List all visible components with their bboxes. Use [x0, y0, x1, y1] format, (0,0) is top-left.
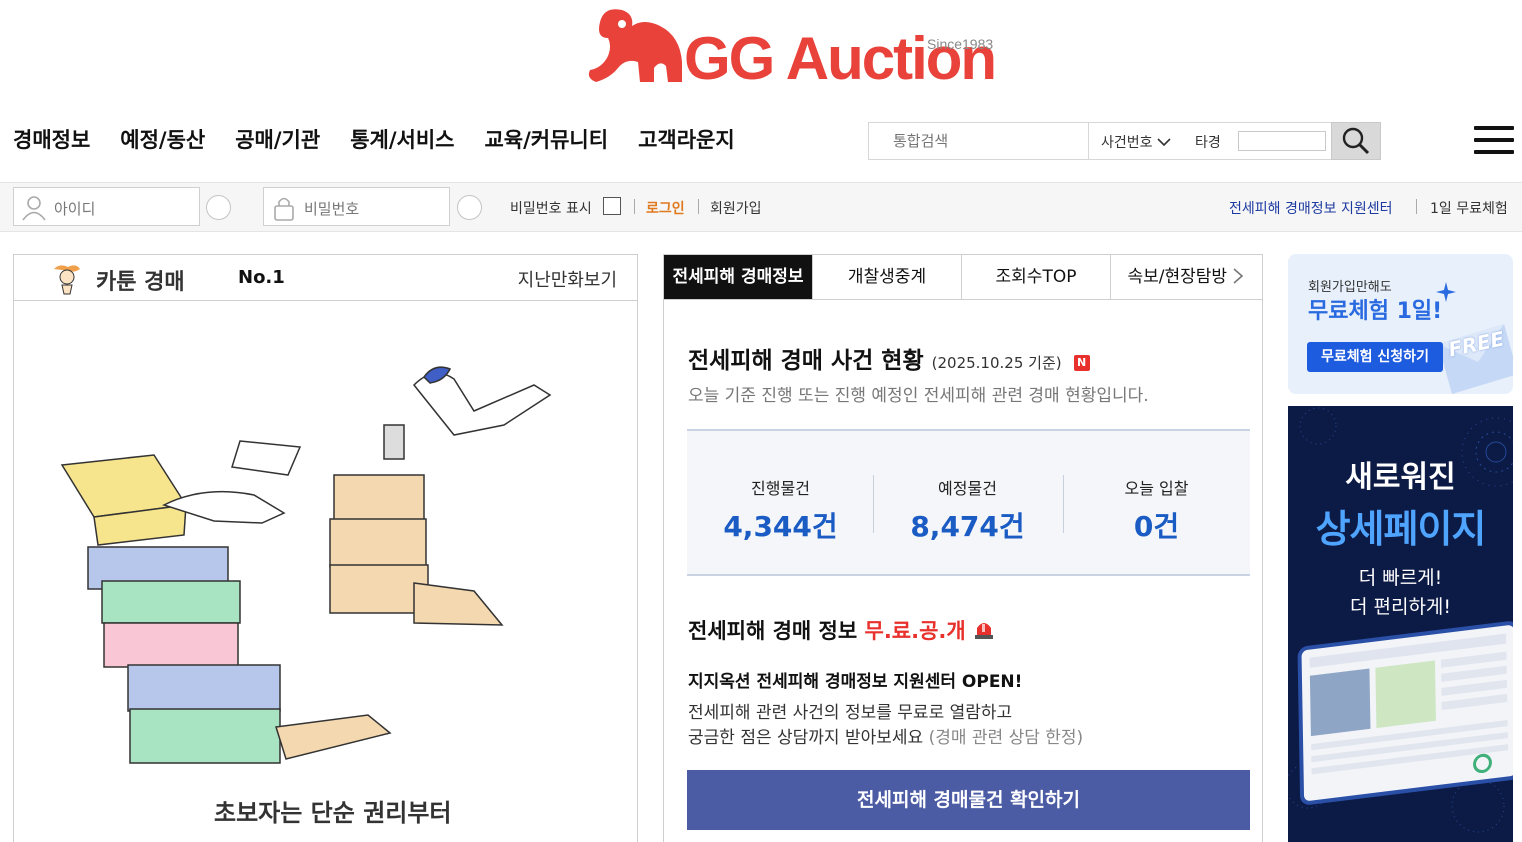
nav-scheduled[interactable]: 예정/동산	[120, 122, 205, 158]
screenshot-mockup	[1301, 624, 1513, 802]
status-description: 오늘 기준 진행 또는 진행 예정인 전세피해 관련 경매 현황입니다.	[688, 386, 1149, 406]
user-icon	[22, 196, 46, 221]
banner-line-3: 더 빠르게!	[1358, 567, 1443, 589]
stat-value: 8,474건	[910, 510, 1025, 543]
status-title: 전세피해 경매 사건 현황 (2025.10.25 기준) N	[688, 341, 1090, 375]
main-nav: 경매정보 예정/동산 공매/기관 통계/서비스 교육/커뮤니티 고객라운지	[13, 122, 765, 158]
stat-scheduled[interactable]: 예정물건 8,474건	[874, 475, 1061, 545]
password-field[interactable]: 비밀번호	[263, 187, 450, 226]
cartoon-title: 카툰 경매	[96, 270, 185, 295]
mockup-content	[1309, 633, 1509, 775]
login-link[interactable]: 로그인	[646, 198, 685, 218]
divider	[634, 199, 635, 214]
stat-label: 오늘 입찰	[1124, 479, 1189, 498]
tab-live-bidding[interactable]: 개찰생중계	[813, 255, 962, 299]
free-info-highlight: 무.료.공.개	[864, 619, 966, 643]
cartoon-panel: 카툰 경매 No.1 지난만화보기 초보자는 단순 권리부터	[13, 254, 638, 842]
siren-icon	[975, 623, 994, 639]
banner-line-1: 새로워진	[1345, 460, 1456, 495]
tab-views-top[interactable]: 조회수TOP	[962, 255, 1111, 299]
show-password-label: 비밀번호 표시	[510, 201, 592, 217]
case-select-label: 사건번호	[1101, 135, 1153, 151]
past-cartoons-link[interactable]: 지난만화보기	[518, 266, 617, 292]
nav-statistics[interactable]: 통계/서비스	[350, 122, 454, 158]
banner-line-4: 더 편리하게!	[1349, 596, 1452, 618]
cartoon-header: 카툰 경매 No.1 지난만화보기	[14, 255, 637, 301]
free-desc-line-2-text: 궁금한 점은 상담까지 받아보세요	[688, 728, 924, 748]
court-number-input[interactable]	[1238, 131, 1326, 151]
join-link[interactable]: 회원가입	[710, 198, 762, 218]
stats-box: 진행물건 4,344건 예정물건 8,474건 오늘 입찰 0건	[687, 429, 1250, 576]
search-button[interactable]	[1331, 122, 1381, 160]
lock-icon	[274, 197, 294, 221]
free-info-description: 전세피해 관련 사건의 정보를 무료로 열람하고 궁금한 점은 상담까지 받아보…	[688, 701, 1083, 751]
cartoon-illustration	[60, 366, 552, 764]
search-icon	[1342, 127, 1370, 155]
id-field[interactable]: 아이디	[13, 187, 200, 226]
tab-breaking-news[interactable]: 속보/현장탐방	[1111, 255, 1261, 299]
status-title-text: 전세피해 경매 사건 현황	[688, 348, 924, 374]
detail-page-banner[interactable]: 새로워진 상세페이지 더 빠르게! 더 편리하게!	[1288, 406, 1513, 842]
brand-name: GG Auction	[684, 25, 997, 92]
cartoon-caption: 초보자는 단순 권리부터	[214, 799, 452, 827]
court-label: 타경	[1195, 135, 1221, 151]
banner-headline: 무료체험 1일!	[1308, 299, 1443, 324]
free-info-title: 전세피해 경매 정보 무.료.공.개	[688, 615, 995, 645]
site-logo[interactable]: GG Auction Since1983	[582, 2, 1002, 92]
password-option-radio[interactable]	[457, 195, 482, 220]
cartoon-character-icon	[54, 265, 80, 295]
login-bar: 아이디 비밀번호 비밀번호 표시 로그인 회원가입 전세피해 경매정보 지원센터…	[0, 182, 1522, 232]
stat-value: 0건	[1133, 510, 1180, 543]
stat-label: 진행물건	[751, 479, 810, 498]
show-password-checkbox[interactable]	[603, 197, 621, 215]
status-date: (2025.10.25 기준)	[931, 354, 1062, 372]
elephant-logo-icon	[588, 9, 682, 83]
tab-bar: 전세피해 경매정보 개찰생중계 조회수TOP 속보/현장탐방	[664, 255, 1262, 300]
stat-value: 4,344건	[723, 510, 838, 543]
new-badge: N	[1073, 355, 1090, 371]
free-info-title-text: 전세피해 경매 정보	[688, 619, 858, 643]
free-desc-line-1: 전세피해 관련 사건의 정보를 무료로 열람하고	[688, 703, 1013, 723]
divider	[698, 199, 699, 214]
since-label: Since1983	[927, 36, 994, 52]
nav-education[interactable]: 교육/커뮤니티	[484, 122, 608, 158]
search-input[interactable]	[869, 123, 1088, 159]
free-desc-note: (경매 관련 상담 한정)	[928, 728, 1084, 748]
banner-line-2: 상세페이지	[1315, 507, 1487, 551]
id-option-radio[interactable]	[206, 195, 231, 220]
cartoon-number: No.1	[238, 267, 285, 288]
support-center-link[interactable]: 전세피해 경매정보 지원센터	[1229, 198, 1392, 218]
free-trial-apply-button[interactable]: 무료체험 신청하기	[1307, 342, 1443, 372]
search-divider	[1088, 123, 1089, 159]
free-trial-link[interactable]: 1일 무료체험	[1430, 198, 1508, 218]
nav-customer-lounge[interactable]: 고객라운지	[638, 122, 735, 158]
sparkle-icon	[1436, 282, 1456, 302]
divider	[1416, 199, 1417, 214]
tab-jeonse-info[interactable]: 전세피해 경매정보	[664, 255, 813, 299]
stat-label: 예정물건	[938, 479, 997, 498]
nav-auction-info[interactable]: 경매정보	[13, 122, 90, 158]
chevron-right-icon	[1233, 268, 1244, 284]
password-placeholder: 비밀번호	[304, 200, 360, 218]
menu-icon[interactable]	[1474, 126, 1514, 154]
check-items-button[interactable]: 전세피해 경매물건 확인하기	[687, 770, 1250, 830]
id-placeholder: 아이디	[54, 200, 96, 218]
stat-in-progress[interactable]: 진행물건 4,344건	[687, 475, 874, 545]
nav-public-sale[interactable]: 공매/기관	[235, 122, 320, 158]
banner-tagline: 더 빠르게! 더 편리하게!	[1288, 564, 1513, 622]
chevron-down-icon	[1157, 138, 1171, 147]
case-number-select[interactable]: 사건번호	[1101, 132, 1171, 152]
search-box: 사건번호 타경	[868, 122, 1381, 160]
free-trial-banner[interactable]: 회원가입만해도 무료체험 1일! 무료체험 신청하기 FREE	[1288, 254, 1513, 394]
free-desc-line-2: 궁금한 점은 상담까지 받아보세요 (경매 관련 상담 한정)	[688, 726, 1083, 751]
news-panel: 전세피해 경매정보 개찰생중계 조회수TOP 속보/현장탐방 전세피해 경매 사…	[663, 254, 1263, 842]
stat-today-bid[interactable]: 오늘 입찰 0건	[1063, 475, 1250, 545]
tab-breaking-news-label: 속보/현장탐방	[1127, 267, 1228, 287]
free-info-subtitle: 지지옥션 전세피해 경매정보 지원센터 OPEN!	[688, 672, 1023, 692]
